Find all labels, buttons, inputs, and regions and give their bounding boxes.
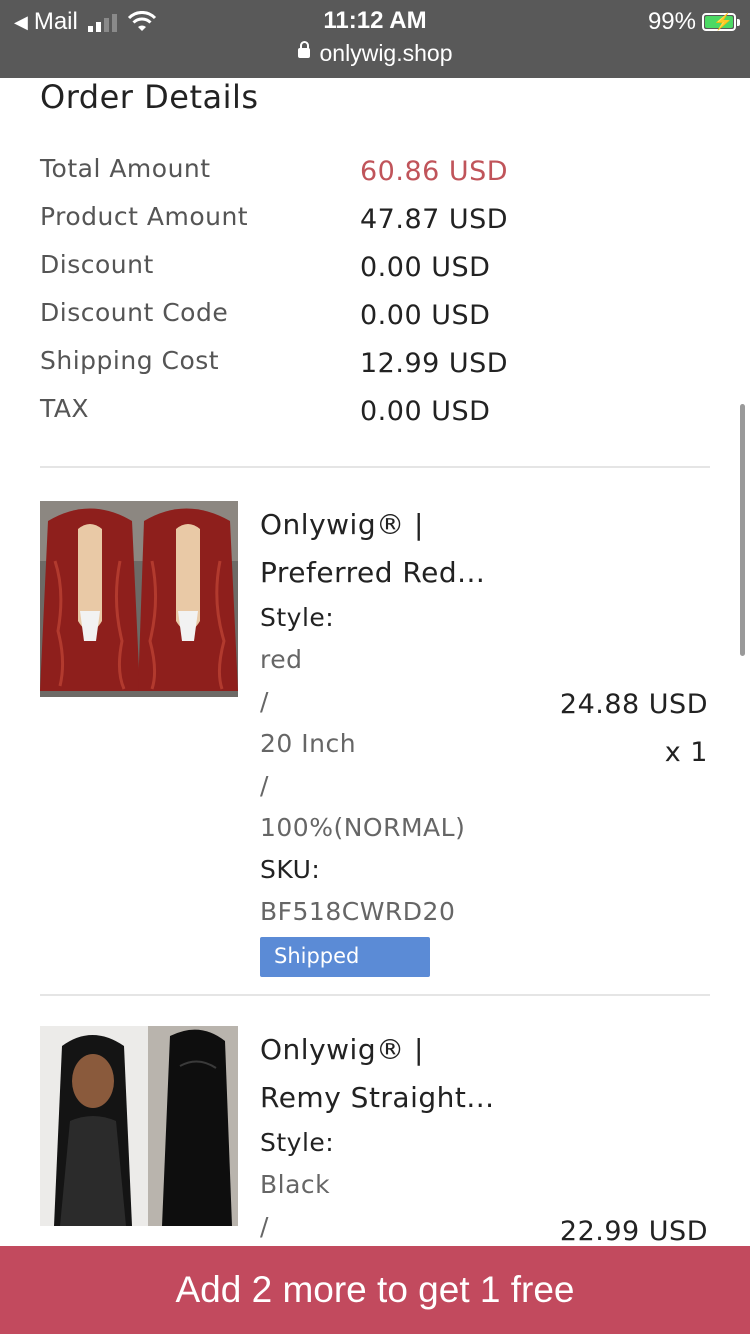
summary-row-discount-code: Discount Code 0.00 USD	[40, 294, 720, 342]
summary-row-discount: Discount 0.00 USD	[40, 246, 720, 294]
order-item: Onlywig® | Remy Straight... Style: Black…	[0, 1026, 750, 1246]
order-item: Onlywig® | Preferred Red... Style: red /…	[0, 501, 750, 977]
style-value: red	[260, 645, 303, 674]
item-quantity: x 1	[664, 737, 708, 768]
summary-row-total: Total Amount 60.86 USD	[40, 150, 720, 198]
clock: 11:12 AM	[323, 7, 427, 34]
summary-value: 0.00 USD	[360, 252, 491, 283]
summary-label: Discount Code	[40, 298, 229, 327]
style-label: Style:	[260, 603, 335, 632]
style-value: 20 Inch	[260, 729, 357, 758]
product-name-line2[interactable]: Remy Straight...	[260, 1074, 530, 1122]
product-image[interactable]	[40, 501, 238, 697]
style-label: Style:	[260, 1128, 335, 1157]
summary-row-shipping: Shipping Cost 12.99 USD	[40, 342, 720, 390]
style-separator: /	[260, 687, 269, 716]
product-image[interactable]	[40, 1026, 238, 1226]
divider	[40, 466, 710, 468]
scrollbar[interactable]	[740, 404, 745, 656]
summary-label: Total Amount	[40, 154, 211, 183]
summary-label: Product Amount	[40, 202, 249, 231]
style-value: Black	[260, 1170, 331, 1199]
sku-label: SKU:	[260, 855, 321, 884]
item-price: 22.99 USD	[559, 1216, 708, 1246]
order-page: Order Details Total Amount 60.86 USD Pro…	[0, 78, 750, 1246]
url-text: onlywig.shop	[319, 40, 453, 66]
product-name-line1[interactable]: Onlywig® |	[260, 1026, 530, 1074]
summary-value: 60.86 USD	[360, 156, 509, 187]
product-name-line1[interactable]: Onlywig® |	[260, 501, 530, 549]
summary-value: 12.99 USD	[360, 348, 509, 379]
summary-value: 0.00 USD	[360, 300, 491, 331]
product-photo-red-wig	[40, 501, 238, 697]
style-separator: /	[260, 1212, 269, 1241]
item-info: Onlywig® | Preferred Red... Style: red /…	[260, 501, 530, 977]
summary-row-tax: TAX 0.00 USD	[40, 390, 720, 438]
status-bar: ◀ Mail 11:12 AM onlywig.shop 99% ⚡	[0, 0, 750, 78]
status-badge: Shipped	[260, 937, 430, 977]
battery-indicator: 99% ⚡	[647, 8, 740, 36]
summary-value: 47.87 USD	[360, 204, 509, 235]
battery-charging-icon: ⚡	[702, 13, 740, 31]
summary-label: Discount	[40, 250, 154, 279]
battery-percent: 99%	[647, 8, 696, 35]
summary-label: Shipping Cost	[40, 346, 220, 375]
page-title: Order Details	[40, 78, 259, 116]
sku-value: BF518CWRD20	[260, 897, 456, 926]
style-value: 100%(NORMAL)	[260, 813, 466, 842]
summary-label: TAX	[40, 394, 90, 423]
product-photo-black-wig	[40, 1026, 238, 1226]
order-summary: Total Amount 60.86 USD Product Amount 47…	[40, 150, 720, 438]
product-name-line2[interactable]: Preferred Red...	[260, 549, 530, 597]
summary-row-product-amount: Product Amount 47.87 USD	[40, 198, 720, 246]
lock-icon	[297, 40, 310, 58]
address-bar[interactable]: onlywig.shop	[0, 40, 750, 67]
style-separator: /	[260, 771, 269, 800]
item-info: Onlywig® | Remy Straight... Style: Black…	[260, 1026, 530, 1246]
divider	[40, 994, 710, 996]
item-price: 24.88 USD	[559, 689, 708, 720]
promo-banner[interactable]: Add 2 more to get 1 free	[0, 1246, 750, 1334]
summary-value: 0.00 USD	[360, 396, 491, 427]
